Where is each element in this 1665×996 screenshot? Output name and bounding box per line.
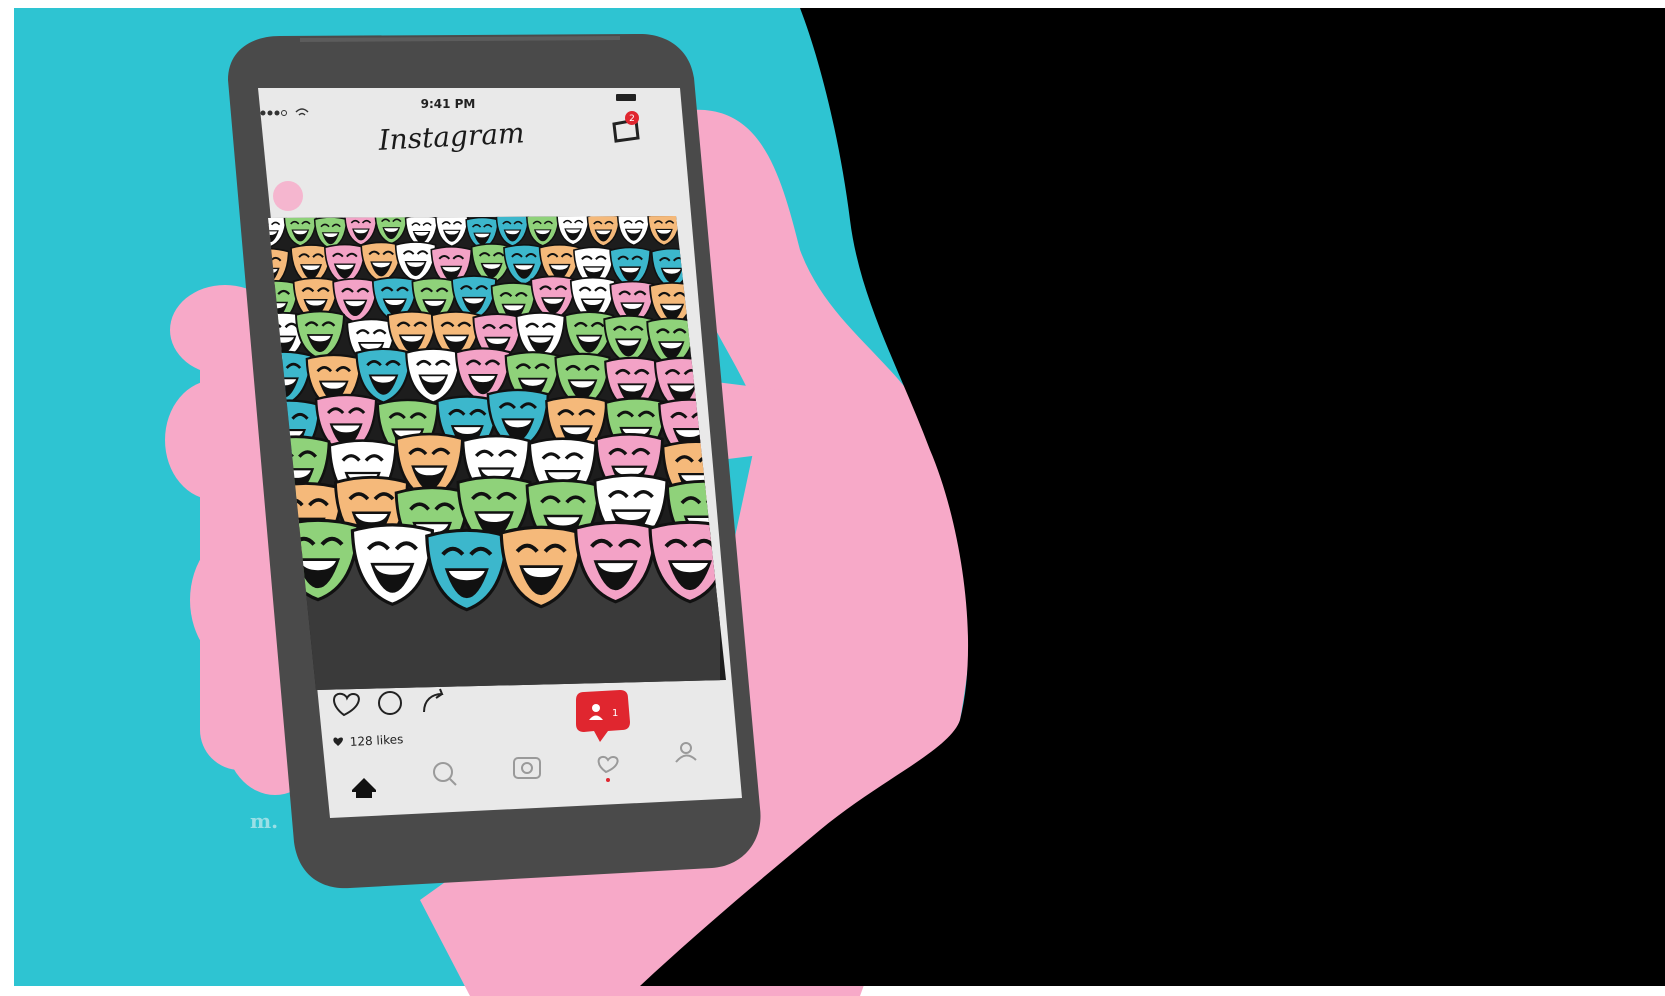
post-image (268, 216, 726, 690)
battery-icon (616, 94, 636, 101)
status-time: 9:41 PM (421, 97, 476, 111)
activity-dot (606, 778, 610, 782)
scene-illustration: 9:41 PM Instagram 2 128 likes 1 m. (0, 0, 1665, 996)
mask-crowd (268, 216, 726, 612)
likes-count: 128 likes (349, 732, 403, 749)
notification-count: 1 (612, 708, 618, 719)
svg-text:2: 2 (629, 114, 635, 124)
watermark-logo: m. (250, 809, 278, 833)
story-avatar[interactable] (273, 181, 303, 211)
